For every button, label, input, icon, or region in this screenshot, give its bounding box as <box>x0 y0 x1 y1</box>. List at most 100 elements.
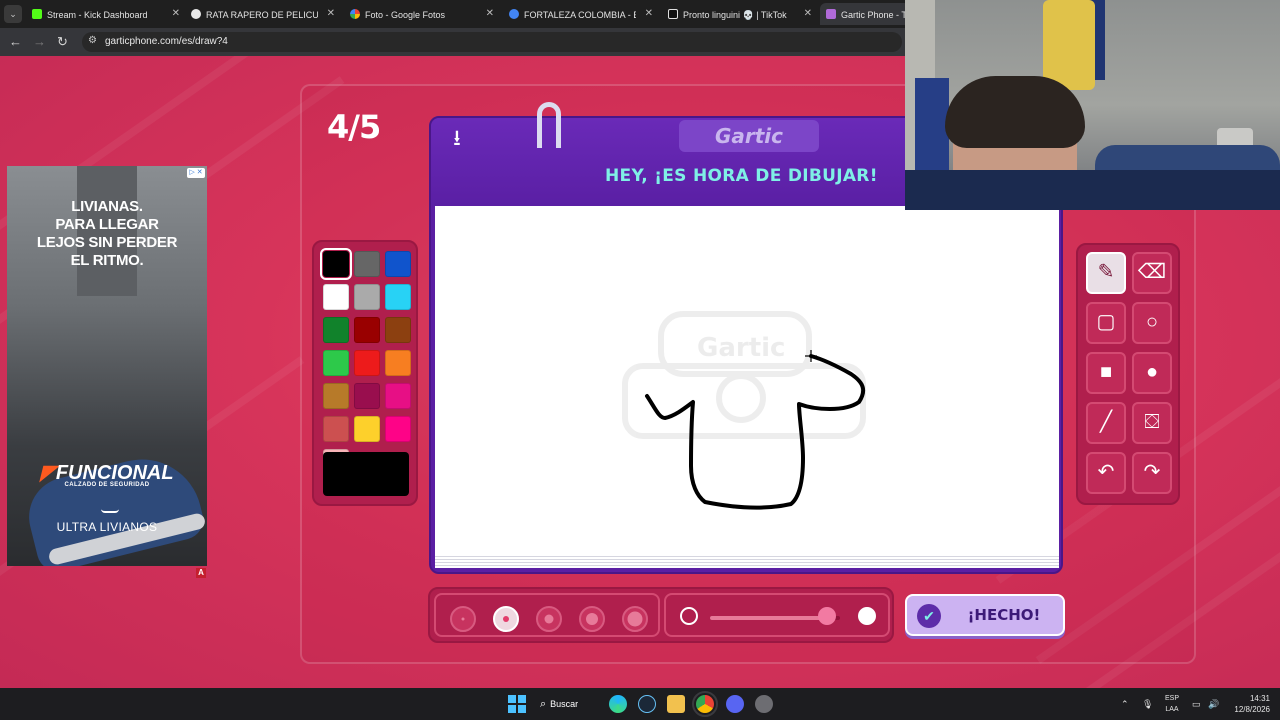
discord-icon[interactable] <box>726 695 744 713</box>
ad-badge[interactable]: A <box>196 568 206 578</box>
brand-logo-icon: ◤ <box>40 462 56 484</box>
brush-size-3[interactable] <box>536 606 562 632</box>
color-swatch[interactable] <box>354 383 380 409</box>
download-icon[interactable]: ⭳ <box>445 126 469 150</box>
ad-brand-text: FUNCIONAL <box>55 462 174 484</box>
tiktok-icon <box>668 8 678 19</box>
color-swatch[interactable] <box>354 416 380 442</box>
tab-gartic-phone[interactable]: Gartic Phone - Tele <box>820 3 910 25</box>
tab-title: Foto - Google Fotos <box>365 9 446 20</box>
opacity-slider-thumb[interactable] <box>818 607 836 625</box>
language-indicator[interactable]: ESP LAA <box>1162 693 1182 715</box>
brush-size-5[interactable] <box>622 606 648 632</box>
webcam-person-body <box>905 170 1280 210</box>
color-swatch[interactable] <box>354 251 380 277</box>
tool-panel: ✎ ⌫ ▢ ○ ■ ● ╱ ⛋ ↶ ↷ <box>1076 243 1180 505</box>
pencil-tool-button[interactable]: ✎ <box>1086 252 1126 294</box>
pencil-icon: ✎ <box>1097 261 1115 283</box>
taskbar-search-button[interactable]: ⌕ Buscar <box>540 693 600 715</box>
address-bar[interactable]: ⚙ garticphone.com/es/draw?4 <box>82 32 902 52</box>
close-icon[interactable]: ✕ <box>172 3 180 25</box>
show-hidden-icons-icon[interactable]: ⌃ <box>1121 688 1129 720</box>
ellipse-fill-tool-button[interactable]: ● <box>1132 352 1172 394</box>
network-icon[interactable]: ▭ <box>1192 688 1201 720</box>
color-swatch[interactable] <box>354 284 380 310</box>
redo-button[interactable]: ↷ <box>1132 452 1172 494</box>
brush-size-4[interactable] <box>579 606 605 632</box>
notebook-pages <box>435 554 1059 568</box>
color-swatch[interactable] <box>323 350 349 376</box>
system-clock[interactable]: 14:31 12/8/2026 <box>1224 693 1270 715</box>
tab-search-button[interactable]: ⌄ <box>4 5 22 23</box>
reload-icon[interactable]: ↻ <box>57 34 68 50</box>
rectangle-outline-tool-button[interactable]: ▢ <box>1086 302 1126 344</box>
adchoices-icon[interactable]: ▷ ✕ <box>187 168 205 178</box>
color-swatch[interactable] <box>323 416 349 442</box>
tab-google-fotos[interactable]: Foto - Google Fotos ✕ <box>350 3 494 25</box>
site-info-icon[interactable]: ⚙ <box>88 35 97 46</box>
color-swatch[interactable] <box>385 383 411 409</box>
url-text: garticphone.com/es/draw?4 <box>105 36 228 47</box>
tab-fortaleza-colombia[interactable]: FORTALEZA COLOMBIA - Buscar ✕ <box>509 3 653 25</box>
opacity-min-icon <box>680 607 698 625</box>
gartic-logo: Gartic <box>679 120 819 152</box>
windows-taskbar: ⌕ Buscar ⌃ 🎙 ESP LAA ▭ 🔊 14:31 12/8/2026 <box>0 688 1280 720</box>
color-swatch[interactable] <box>385 416 411 442</box>
drawing-canvas[interactable]: Gartic <box>435 206 1059 554</box>
brush-size-1[interactable] <box>450 606 476 632</box>
current-color-preview <box>323 452 409 496</box>
color-swatch[interactable] <box>385 317 411 343</box>
square-fill-icon: ■ <box>1099 361 1113 383</box>
rectangle-fill-tool-button[interactable]: ■ <box>1086 352 1126 394</box>
tab-tiktok[interactable]: Pronto linguini 💀 | TikTok ✕ <box>668 3 812 25</box>
color-swatch[interactable] <box>320 248 352 280</box>
close-icon[interactable]: ✕ <box>486 3 494 25</box>
webcam-overlay <box>905 0 1280 210</box>
chrome-icon[interactable] <box>692 691 718 717</box>
color-swatch[interactable] <box>385 350 411 376</box>
done-button[interactable]: ✔ ¡HECHO! <box>905 594 1065 636</box>
square-outline-icon: ▢ <box>1096 311 1116 333</box>
settings-icon[interactable] <box>755 695 773 713</box>
edge-icon[interactable] <box>609 695 627 713</box>
color-swatch[interactable] <box>323 317 349 343</box>
windows-start-icon[interactable] <box>508 695 526 713</box>
file-explorer-icon[interactable] <box>667 695 685 713</box>
color-swatch[interactable] <box>323 284 349 310</box>
microphone-icon[interactable]: 🎙 <box>1142 688 1153 720</box>
color-palette <box>312 240 418 506</box>
canvas-drawing: Gartic <box>622 311 866 510</box>
undo-button[interactable]: ↶ <box>1086 452 1126 494</box>
google-icon <box>191 8 201 19</box>
forward-icon[interactable]: → <box>33 34 46 50</box>
fill-bucket-tool-button[interactable]: ⛋ <box>1132 402 1172 444</box>
eraser-tool-button[interactable]: ⌫ <box>1132 252 1172 294</box>
check-icon: ✔ <box>917 604 941 628</box>
close-icon[interactable]: ✕ <box>327 3 335 25</box>
ellipse-outline-tool-button[interactable]: ○ <box>1132 302 1172 344</box>
tab-rata-rapero[interactable]: RATA RAPERO DE PELICULA DE ✕ <box>191 3 335 25</box>
tab-title: FORTALEZA COLOMBIA - Buscar <box>524 9 636 20</box>
close-icon[interactable]: ✕ <box>804 3 812 25</box>
color-swatch[interactable] <box>385 251 411 277</box>
close-icon[interactable]: ✕ <box>645 3 653 25</box>
undo-icon: ↶ <box>1097 461 1115 483</box>
steam-icon[interactable] <box>638 695 656 713</box>
back-icon[interactable]: ← <box>9 34 22 50</box>
circle-outline-icon: ○ <box>1145 311 1159 333</box>
color-swatch[interactable] <box>323 383 349 409</box>
color-swatch[interactable] <box>354 350 380 376</box>
tab-title: Pronto linguini 💀 | TikTok <box>683 9 787 20</box>
ad-subline: CALZADO DE SEGURIDAD <box>64 482 150 488</box>
brush-size-2[interactable] <box>493 606 519 632</box>
tab-kick-dashboard[interactable]: Stream - Kick Dashboard ✕ <box>32 3 180 25</box>
ad-banner[interactable]: LIVIANAS. PARA LLEGAR LEJOS SIN PERDER E… <box>7 166 207 566</box>
line-tool-button[interactable]: ╱ <box>1086 402 1126 444</box>
color-swatch[interactable] <box>385 284 411 310</box>
brush-options-bar <box>428 587 894 643</box>
done-label: ¡HECHO! <box>967 606 1041 624</box>
tab-title: Stream - Kick Dashboard <box>47 9 148 20</box>
color-swatch[interactable] <box>354 317 380 343</box>
volume-icon[interactable]: 🔊 <box>1208 688 1219 720</box>
watermark-gartic: Gartic <box>697 333 785 363</box>
